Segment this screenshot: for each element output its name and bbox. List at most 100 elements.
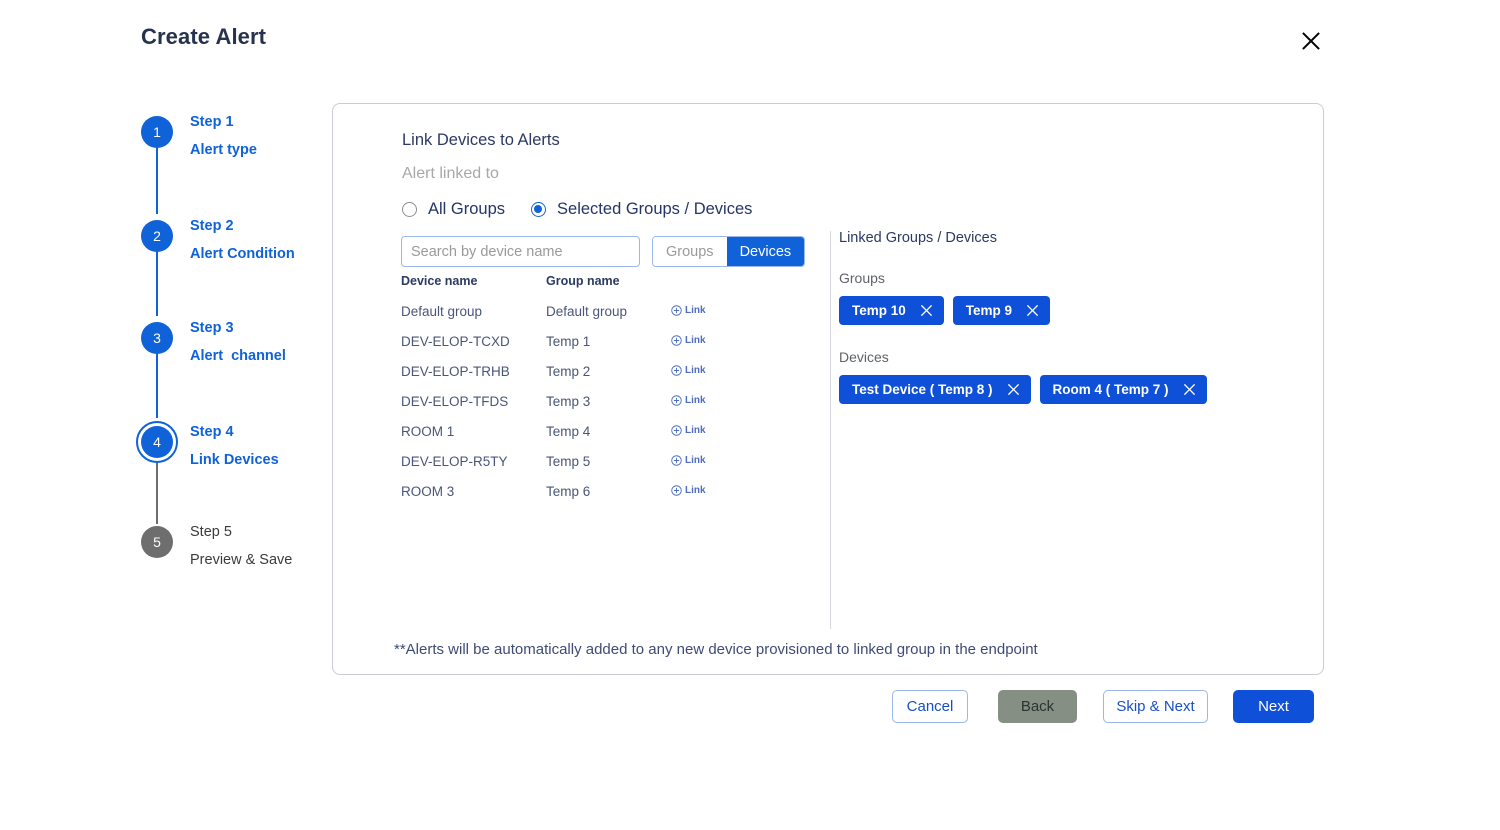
groups-devices-toggle: Groups Devices <box>652 236 806 267</box>
linked-devices-chips: Test Device ( Temp 8 ) Room 4 ( Temp 7 ) <box>839 375 1259 404</box>
step-title: Step 5 <box>190 524 232 540</box>
column-header-device-name: Device name <box>401 274 478 288</box>
cell-device-name: ROOM 3 <box>401 483 455 499</box>
group-chip: Temp 10 <box>839 296 944 325</box>
cell-group-name: Temp 5 <box>546 453 591 469</box>
stepper: 1 Step 1 Alert type 2 Step 2 Alert Condi… <box>136 110 321 570</box>
table-row: ROOM 3 Temp 6 Link <box>401 476 741 506</box>
link-button[interactable]: Link <box>671 365 706 376</box>
step-labels: Step 4 Link Devices <box>190 424 330 468</box>
link-button[interactable]: Link <box>671 425 706 436</box>
step-title: Step 1 <box>190 114 234 130</box>
step-labels: Step 1 Alert type <box>190 114 330 158</box>
plus-circle-icon <box>671 334 682 346</box>
chip-label: Test Device ( Temp 8 ) <box>852 382 993 397</box>
stepper-connector-2-3 <box>156 246 158 316</box>
back-button[interactable]: Back <box>998 690 1077 723</box>
linked-section-title: Linked Groups / Devices <box>839 230 997 246</box>
stepper-item-3[interactable]: 3 Step 3 Alert channel <box>141 320 321 392</box>
close-icon[interactable] <box>1298 28 1324 54</box>
step-title: Step 3 <box>190 320 234 336</box>
link-button-label: Link <box>685 484 706 496</box>
radio-all-groups[interactable]: All Groups <box>402 200 505 219</box>
table-row: DEV-ELOP-R5TY Temp 5 Link <box>401 446 741 476</box>
remove-chip-icon[interactable] <box>1026 304 1039 317</box>
remove-chip-icon[interactable] <box>920 304 933 317</box>
toggle-devices-button[interactable]: Devices <box>726 237 805 266</box>
cell-group-name: Temp 3 <box>546 393 591 409</box>
linked-groups-label: Groups <box>839 270 885 286</box>
toggle-groups-button[interactable]: Groups <box>653 237 727 266</box>
close-x-glyph <box>1007 383 1019 396</box>
cell-group-name: Default group <box>546 303 628 319</box>
cell-group-name: Temp 2 <box>546 363 591 379</box>
column-header-action <box>671 274 741 288</box>
link-button-label: Link <box>685 394 706 406</box>
skip-next-button[interactable]: Skip & Next <box>1103 690 1208 723</box>
linked-groups-chips: Temp 10 Temp 9 <box>839 296 1259 325</box>
step-number-badge: 3 <box>141 322 173 354</box>
remove-chip-icon[interactable] <box>1007 383 1020 396</box>
footnote: **Alerts will be automatically added to … <box>394 641 1038 658</box>
stepper-item-1[interactable]: 1 Step 1 Alert type <box>141 114 321 186</box>
column-divider <box>830 231 831 629</box>
link-button-label: Link <box>685 364 706 376</box>
footer-actions: Cancel Back Skip & Next Next <box>332 690 1324 724</box>
link-button[interactable]: Link <box>671 335 706 346</box>
step-labels: Step 5 Preview & Save <box>190 524 330 568</box>
step-title: Step 4 <box>190 424 234 440</box>
table-row: DEV-ELOP-TFDS Temp 3 Link <box>401 386 741 416</box>
link-button[interactable]: Link <box>671 455 706 466</box>
step-labels: Step 3 Alert channel <box>190 320 330 364</box>
remove-chip-icon[interactable] <box>1183 383 1196 396</box>
close-x-glyph <box>1183 383 1195 396</box>
step-subtitle: Alert channel <box>190 348 286 364</box>
close-x-glyph <box>1026 304 1039 317</box>
step-subtitle: Alert type <box>190 142 257 158</box>
chip-label: Temp 9 <box>965 303 1013 318</box>
radio-circle-icon <box>531 202 547 217</box>
device-chip: Test Device ( Temp 8 ) <box>839 375 1031 404</box>
cancel-button[interactable]: Cancel <box>892 690 968 723</box>
chip-label: Room 4 ( Temp 7 ) <box>1052 382 1169 397</box>
plus-circle-icon <box>671 484 682 496</box>
cell-device-name: DEV-ELOP-R5TY <box>401 453 508 469</box>
stepper-item-4[interactable]: 4 Step 4 Link Devices <box>136 421 321 496</box>
step-subtitle: Preview & Save <box>190 552 293 568</box>
radio-selected-groups-devices[interactable]: Selected Groups / Devices <box>531 200 752 219</box>
link-button[interactable]: Link <box>671 305 706 316</box>
group-chip: Temp 9 <box>952 296 1051 325</box>
panel-subtitle: Alert linked to <box>402 165 499 182</box>
linked-devices-label: Devices <box>839 349 889 365</box>
cell-group-name: Temp 6 <box>546 483 591 499</box>
stepper-item-5[interactable]: 5 Step 5 Preview & Save <box>141 524 321 596</box>
radio-label: Selected Groups / Devices <box>557 200 753 218</box>
link-button-label: Link <box>685 454 706 466</box>
link-button-label: Link <box>685 334 706 346</box>
device-table: Device name Group name Default group Def… <box>401 274 741 506</box>
cell-device-name: DEV-ELOP-TRHB <box>401 363 510 379</box>
cell-device-name: ROOM 1 <box>401 423 455 439</box>
next-button[interactable]: Next <box>1233 690 1314 723</box>
table-row: Default group Default group Link <box>401 296 741 326</box>
step-number-badge: 5 <box>141 526 173 558</box>
link-button-label: Link <box>685 424 706 436</box>
link-devices-panel: Link Devices to Alerts Alert linked to A… <box>332 103 1324 675</box>
table-header: Device name Group name <box>401 274 741 296</box>
stepper-connector-3-4 <box>156 348 158 418</box>
device-chip: Room 4 ( Temp 7 ) <box>1039 375 1207 404</box>
step-number-badge: 2 <box>141 220 173 252</box>
cell-device-name: DEV-ELOP-TFDS <box>401 393 509 409</box>
panel-title: Link Devices to Alerts <box>402 131 560 149</box>
link-button[interactable]: Link <box>671 395 706 406</box>
step-labels: Step 2 Alert Condition <box>190 218 330 262</box>
step-subtitle: Alert Condition <box>190 246 295 262</box>
stepper-item-2[interactable]: 2 Step 2 Alert Condition <box>141 218 321 290</box>
search-input[interactable] <box>401 236 640 267</box>
plus-circle-icon <box>671 424 682 436</box>
link-button[interactable]: Link <box>671 485 706 496</box>
alert-linked-to-radio-group: All Groups Selected Groups / Devices <box>402 200 752 219</box>
column-header-group-name: Group name <box>546 274 620 288</box>
page-title: Create Alert <box>141 24 267 49</box>
cell-device-name: Default group <box>401 303 483 319</box>
